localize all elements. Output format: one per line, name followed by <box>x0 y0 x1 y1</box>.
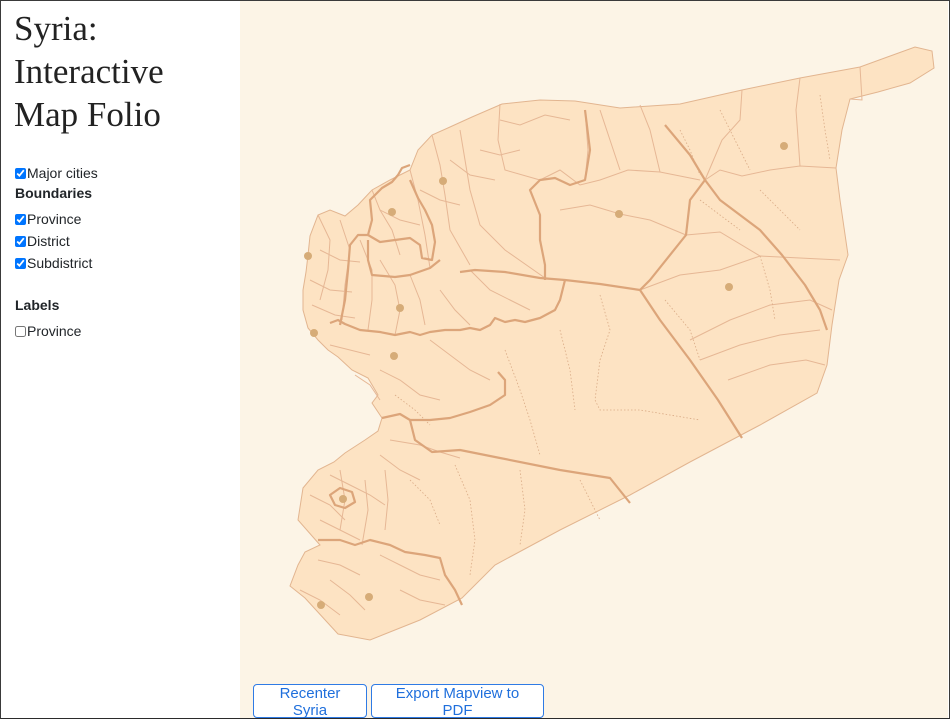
province-label-toggle[interactable]: Province <box>15 322 81 340</box>
major-cities-checkbox[interactable] <box>15 167 26 179</box>
subdistrict-boundary-checkbox[interactable] <box>15 257 26 269</box>
city-marker[interactable] <box>317 601 325 609</box>
city-marker[interactable] <box>388 208 396 216</box>
province-label-label: Province <box>27 323 82 339</box>
city-marker[interactable] <box>310 329 318 337</box>
district-boundary-toggle[interactable]: District <box>15 232 70 250</box>
major-cities-toggle[interactable]: Major cities <box>15 164 98 182</box>
subdistrict-boundary-toggle[interactable]: Subdistrict <box>15 254 92 272</box>
city-marker[interactable] <box>396 304 404 312</box>
district-boundary-checkbox[interactable] <box>15 235 26 247</box>
syria-country-shape <box>289 46 935 641</box>
city-marker[interactable] <box>439 177 447 185</box>
city-marker[interactable] <box>339 495 347 503</box>
province-label-checkbox[interactable] <box>15 325 26 337</box>
sidebar: Syria: Interactive Map Folio Major citie… <box>1 1 240 718</box>
city-marker[interactable] <box>304 252 312 260</box>
city-marker[interactable] <box>365 593 373 601</box>
major-cities-label: Major cities <box>27 165 98 181</box>
province-boundary-toggle[interactable]: Province <box>15 210 81 228</box>
province-boundary-label: Province <box>27 211 82 227</box>
labels-heading: Labels <box>15 297 60 313</box>
city-marker[interactable] <box>780 142 788 150</box>
province-boundary-checkbox[interactable] <box>15 213 26 225</box>
boundaries-heading: Boundaries <box>15 185 93 201</box>
district-boundary-label: District <box>27 233 70 249</box>
city-marker[interactable] <box>725 283 733 291</box>
map-view[interactable]: Recenter Syria Export Mapview to PDF <box>240 1 948 719</box>
subdistrict-boundary-label: Subdistrict <box>27 255 93 271</box>
page-title: Syria: Interactive Map Folio <box>14 9 164 134</box>
export-pdf-button[interactable]: Export Mapview to PDF <box>371 684 544 719</box>
syria-map[interactable] <box>240 1 948 718</box>
city-marker[interactable] <box>615 210 623 218</box>
city-marker[interactable] <box>390 352 398 360</box>
recenter-syria-button[interactable]: Recenter Syria <box>253 684 367 719</box>
